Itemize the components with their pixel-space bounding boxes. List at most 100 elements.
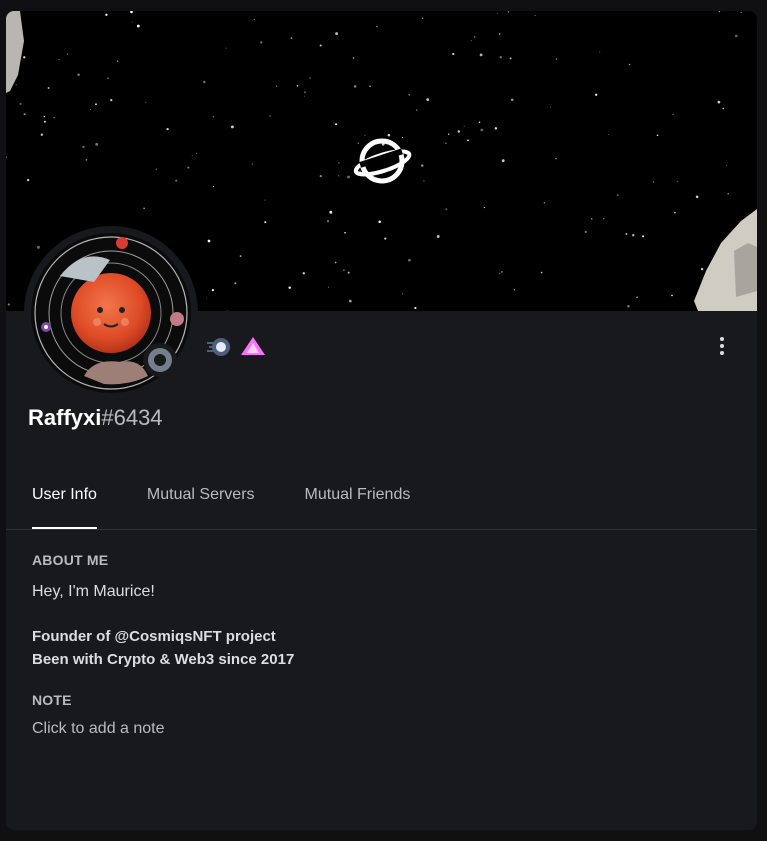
note-input[interactable]	[32, 720, 432, 738]
star	[212, 186, 215, 188]
star	[509, 57, 512, 60]
star	[264, 221, 267, 224]
hypesquad-balance-icon[interactable]	[206, 335, 232, 359]
star	[225, 47, 227, 49]
star	[212, 116, 215, 118]
star	[507, 11, 510, 13]
star	[116, 60, 119, 62]
kebab-dot-icon	[720, 344, 724, 348]
star	[555, 58, 557, 60]
star	[414, 306, 417, 310]
star	[95, 103, 97, 106]
star	[722, 107, 725, 110]
star	[473, 36, 476, 38]
star	[15, 84, 17, 86]
star	[357, 142, 360, 145]
avatar[interactable]	[24, 226, 198, 400]
star	[373, 178, 375, 180]
star	[740, 11, 742, 14]
tab-divider	[6, 529, 757, 530]
more-options-button[interactable]	[710, 333, 734, 359]
star	[470, 40, 472, 42]
star	[616, 194, 619, 197]
username-name: Raffyxi	[28, 405, 102, 430]
star	[130, 11, 133, 14]
star	[421, 17, 424, 19]
star	[264, 199, 266, 201]
star	[599, 51, 601, 53]
star	[155, 168, 158, 171]
star	[445, 142, 447, 144]
star	[296, 85, 299, 87]
star	[82, 145, 85, 149]
star	[408, 93, 410, 96]
star	[231, 125, 234, 129]
star	[423, 180, 425, 182]
star	[110, 98, 113, 102]
star	[226, 310, 228, 311]
star	[717, 100, 721, 104]
star	[543, 202, 546, 204]
about-me-heading: ABOUT ME	[32, 552, 109, 568]
star	[478, 121, 481, 123]
star	[513, 289, 515, 291]
star	[95, 142, 99, 146]
star	[732, 278, 734, 280]
star	[85, 159, 88, 161]
star	[26, 178, 30, 182]
star	[695, 195, 699, 199]
star	[253, 18, 255, 20]
username-discriminator: #6434	[101, 405, 163, 430]
profile-badges	[206, 335, 266, 359]
star	[420, 164, 424, 167]
star	[358, 170, 362, 173]
star	[195, 152, 197, 154]
star	[467, 139, 469, 142]
star	[90, 108, 92, 110]
star	[739, 305, 741, 307]
star	[269, 115, 271, 117]
star	[408, 258, 411, 262]
star	[353, 85, 357, 88]
star	[494, 127, 498, 130]
star	[239, 255, 242, 258]
tab-mutual-servers[interactable]: Mutual Servers	[147, 481, 255, 529]
kebab-dot-icon	[720, 351, 724, 355]
star	[555, 157, 557, 160]
star	[501, 271, 503, 273]
star	[335, 123, 338, 126]
star	[145, 101, 147, 103]
star	[343, 269, 345, 272]
star	[652, 181, 655, 183]
star	[347, 271, 350, 274]
star	[479, 53, 483, 57]
star	[40, 133, 43, 136]
star	[497, 12, 498, 14]
star	[58, 58, 60, 60]
star	[47, 87, 50, 89]
star	[211, 289, 214, 292]
star	[603, 218, 605, 220]
tab-user-info[interactable]: User Info	[32, 481, 97, 529]
star	[369, 85, 371, 88]
star	[436, 235, 440, 238]
star	[203, 80, 206, 84]
star	[376, 25, 378, 28]
star	[6, 156, 7, 159]
star	[677, 181, 678, 182]
tab-mutual-friends[interactable]: Mutual Friends	[305, 481, 411, 529]
star	[608, 134, 610, 136]
star	[402, 136, 404, 139]
star	[584, 230, 587, 234]
star	[348, 299, 352, 303]
star	[416, 109, 418, 111]
star	[175, 179, 178, 182]
star	[275, 85, 278, 87]
star	[338, 162, 340, 164]
star	[718, 11, 721, 13]
star	[480, 128, 484, 132]
star	[387, 133, 391, 137]
nitro-boost-gem-icon[interactable]	[240, 335, 266, 359]
star	[302, 272, 305, 275]
star	[483, 206, 486, 209]
